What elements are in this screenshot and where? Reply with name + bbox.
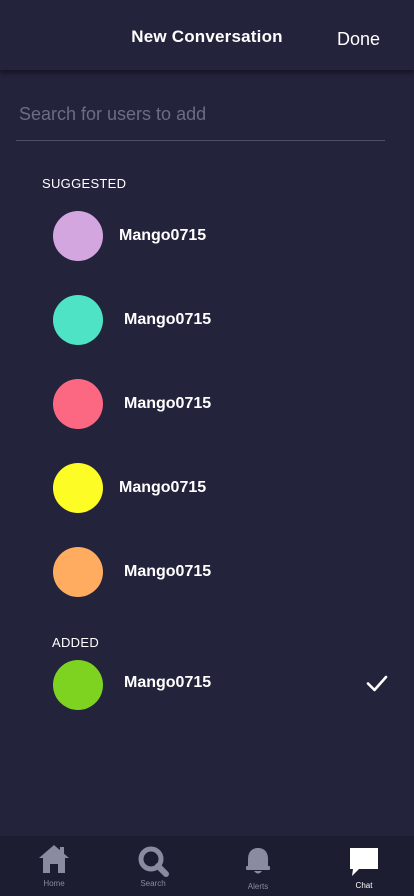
header: New Conversation Done: [0, 0, 414, 70]
avatar: [53, 211, 103, 261]
suggested-section-label: SUGGESTED: [42, 176, 127, 191]
nav-label: Chat: [355, 881, 373, 890]
username: Mango0715: [119, 479, 207, 496]
bottom-nav: Home Search Alerts Chat: [0, 836, 414, 896]
username: Mango0715: [119, 227, 207, 244]
avatar: [53, 379, 103, 429]
nav-label: Search: [140, 879, 166, 888]
avatar: [53, 547, 103, 597]
username: Mango0715: [124, 674, 212, 691]
suggested-user-row[interactable]: Mango0715: [0, 290, 414, 350]
search-icon: [138, 846, 169, 877]
nav-label: Home: [43, 879, 65, 888]
username: Mango0715: [124, 395, 212, 412]
avatar: [53, 463, 103, 513]
added-user-row[interactable]: Mango0715: [0, 655, 414, 715]
done-button[interactable]: Done: [337, 29, 380, 50]
nav-item-chat[interactable]: Chat: [324, 836, 404, 896]
suggested-user-row[interactable]: Mango0715: [0, 374, 414, 434]
avatar: [53, 660, 103, 710]
search-bar: [16, 95, 385, 141]
checkmark-icon[interactable]: [366, 672, 388, 694]
nav-item-search[interactable]: Search: [113, 836, 193, 896]
search-input[interactable]: [16, 95, 385, 133]
chat-icon: [350, 848, 378, 876]
bell-icon: [246, 848, 270, 874]
nav-item-home[interactable]: Home: [14, 836, 94, 896]
suggested-user-row[interactable]: Mango0715: [0, 542, 414, 602]
added-section-label: ADDED: [52, 635, 100, 650]
suggested-user-row[interactable]: Mango0715: [0, 206, 414, 266]
nav-label: Alerts: [247, 882, 269, 891]
username: Mango0715: [124, 563, 212, 580]
home-icon: [39, 845, 69, 873]
new-conversation-screen: New Conversation Done SUGGESTED Mango071…: [0, 0, 414, 896]
suggested-user-row[interactable]: Mango0715: [0, 458, 414, 518]
username: Mango0715: [124, 311, 212, 328]
avatar: [53, 295, 103, 345]
nav-item-alerts[interactable]: Alerts: [218, 836, 298, 896]
